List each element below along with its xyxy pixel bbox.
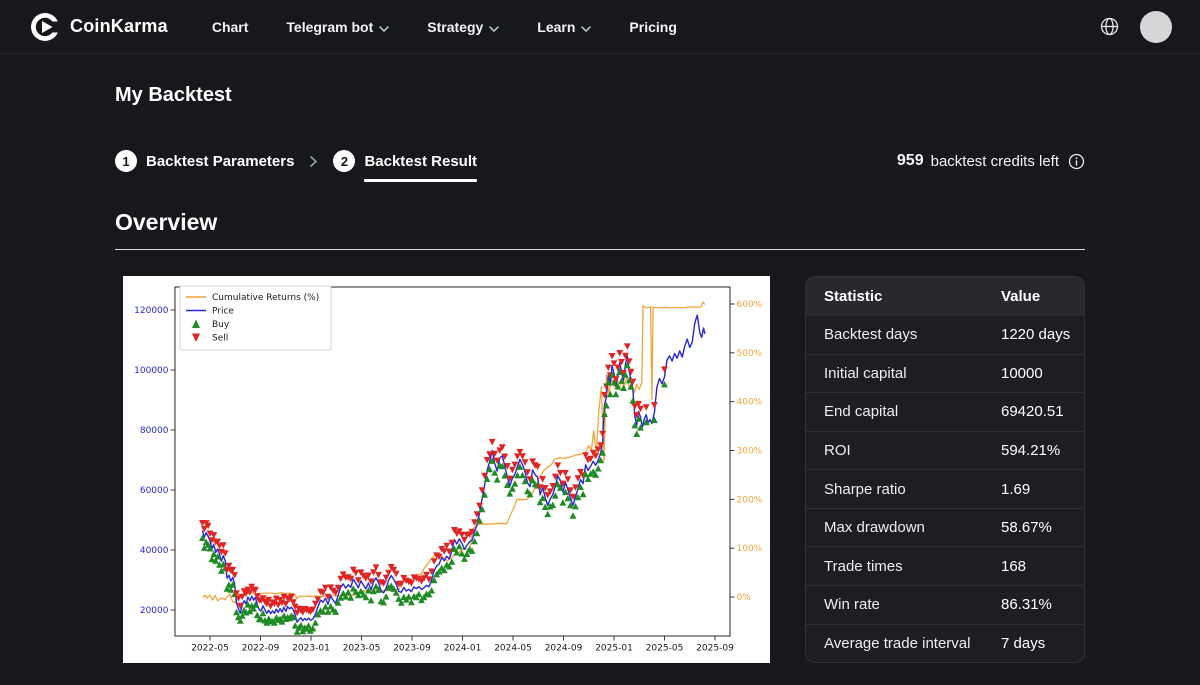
table-row: End capital 69420.51 bbox=[806, 392, 1084, 431]
stat-label: Backtest days bbox=[806, 326, 1001, 343]
svg-text:2023-01: 2023-01 bbox=[292, 644, 330, 654]
step-1-label: Backtest Parameters bbox=[146, 153, 294, 170]
svg-text:80000: 80000 bbox=[140, 426, 169, 436]
svg-text:300%: 300% bbox=[737, 447, 763, 457]
stat-value: 58.67% bbox=[1001, 519, 1084, 536]
svg-text:40000: 40000 bbox=[140, 546, 169, 556]
svg-text:120000: 120000 bbox=[134, 306, 169, 316]
stat-value: 10000 bbox=[1001, 365, 1084, 382]
svg-text:Sell: Sell bbox=[212, 334, 228, 344]
step-backtest-result[interactable]: 2 Backtest Result bbox=[333, 150, 477, 172]
nav-item-telegram-bot[interactable]: Telegram bot bbox=[286, 18, 389, 35]
section-divider bbox=[115, 249, 1085, 250]
stat-value: 168 bbox=[1001, 558, 1084, 575]
breadcrumb-stepper: 1 Backtest Parameters 2 Backtest Result bbox=[115, 150, 477, 172]
user-avatar[interactable] bbox=[1140, 11, 1172, 43]
stat-label: End capital bbox=[806, 403, 1001, 420]
stat-value: 594.21% bbox=[1001, 442, 1084, 459]
stat-label: ROI bbox=[806, 442, 1001, 459]
stat-value: 1.69 bbox=[1001, 481, 1084, 498]
svg-text:200%: 200% bbox=[737, 495, 763, 505]
nav-item-learn[interactable]: Learn bbox=[537, 18, 591, 35]
stat-value: 1220 days bbox=[1001, 326, 1084, 343]
svg-text:2024-09: 2024-09 bbox=[545, 644, 583, 654]
column-statistic: Statistic bbox=[806, 288, 1001, 305]
svg-text:20000: 20000 bbox=[140, 606, 169, 616]
stat-label: Average trade interval bbox=[806, 635, 1001, 652]
svg-text:2022-05: 2022-05 bbox=[191, 644, 229, 654]
credits-label: backtest credits left bbox=[931, 153, 1059, 170]
svg-text:500%: 500% bbox=[737, 349, 763, 359]
table-row: Sharpe ratio 1.69 bbox=[806, 469, 1084, 508]
table-row: Win rate 86.31% bbox=[806, 585, 1084, 624]
page-title: My Backtest bbox=[115, 84, 1085, 107]
svg-text:Buy: Buy bbox=[212, 320, 230, 330]
svg-text:2023-09: 2023-09 bbox=[393, 644, 431, 654]
credits-count: 959 bbox=[897, 152, 924, 170]
svg-text:400%: 400% bbox=[737, 398, 763, 408]
stat-value: 69420.51 bbox=[1001, 403, 1084, 420]
column-value: Value bbox=[1001, 288, 1084, 305]
table-row: Max drawdown 58.67% bbox=[806, 508, 1084, 547]
nav-item-strategy[interactable]: Strategy bbox=[427, 18, 499, 35]
step-2-label: Backtest Result bbox=[364, 153, 477, 170]
step-1-badge: 1 bbox=[115, 150, 137, 172]
nav-item-chart[interactable]: Chart bbox=[212, 19, 249, 35]
chevron-right-icon bbox=[310, 156, 317, 167]
stat-value: 86.31% bbox=[1001, 596, 1084, 613]
section-title: Overview bbox=[115, 209, 1085, 236]
svg-text:2022-09: 2022-09 bbox=[242, 644, 280, 654]
stat-label: Sharpe ratio bbox=[806, 481, 1001, 498]
main-menu: Chart Telegram bot Strategy Learn Pricin… bbox=[212, 18, 677, 35]
svg-text:2024-05: 2024-05 bbox=[494, 644, 532, 654]
stat-value: 7 days bbox=[1001, 635, 1084, 652]
price-returns-figure: 20000 40000 60000 80000 100000 120000 0% 100% 20… bbox=[123, 276, 770, 668]
svg-text:2025-09: 2025-09 bbox=[696, 644, 734, 654]
svg-text:Cumulative Returns (%): Cumulative Returns (%) bbox=[212, 293, 319, 303]
chevron-down-icon bbox=[489, 19, 499, 35]
price-returns-plot: 20000 40000 60000 80000 100000 120000 0% 100% 20… bbox=[123, 276, 770, 663]
table-row: Backtest days 1220 days bbox=[806, 316, 1084, 354]
stats-table-header: Statistic Value bbox=[806, 277, 1084, 316]
coinkarma-logo[interactable]: CoinKarma bbox=[30, 12, 168, 42]
language-globe-icon[interactable] bbox=[1099, 16, 1120, 37]
svg-text:2023-05: 2023-05 bbox=[343, 644, 381, 654]
backtest-credits: 959 backtest credits left bbox=[897, 152, 1085, 170]
stat-label: Initial capital bbox=[806, 365, 1001, 382]
logo-icon bbox=[30, 12, 60, 42]
brand-name: CoinKarma bbox=[70, 16, 168, 37]
table-row: Trade times 168 bbox=[806, 546, 1084, 585]
svg-text:2024-01: 2024-01 bbox=[444, 644, 482, 654]
svg-text:2025-01: 2025-01 bbox=[595, 644, 633, 654]
table-row: ROI 594.21% bbox=[806, 431, 1084, 470]
step-2-badge: 2 bbox=[333, 150, 355, 172]
step-backtest-parameters[interactable]: 1 Backtest Parameters bbox=[115, 150, 294, 172]
svg-text:60000: 60000 bbox=[140, 486, 169, 496]
chevron-down-icon bbox=[581, 19, 591, 35]
chevron-down-icon bbox=[379, 19, 389, 35]
svg-text:Price: Price bbox=[212, 307, 234, 317]
svg-text:600%: 600% bbox=[737, 300, 763, 310]
backtest-chart: 20000 40000 60000 80000 100000 120000 0% 100% 20… bbox=[123, 276, 770, 663]
stats-table: Statistic Value Backtest days 1220 days … bbox=[805, 276, 1085, 663]
top-nav: CoinKarma Chart Telegram bot Strategy Le… bbox=[0, 0, 1200, 54]
table-row: Initial capital 10000 bbox=[806, 354, 1084, 393]
stat-label: Win rate bbox=[806, 596, 1001, 613]
stat-label: Max drawdown bbox=[806, 519, 1001, 536]
stats-table-body: Backtest days 1220 days Initial capital … bbox=[806, 316, 1084, 662]
nav-item-pricing[interactable]: Pricing bbox=[629, 19, 676, 35]
main-content: My Backtest 1 Backtest Parameters 2 Back… bbox=[0, 84, 1200, 663]
svg-text:100%: 100% bbox=[737, 544, 763, 554]
info-icon[interactable] bbox=[1068, 153, 1085, 170]
svg-text:2025-05: 2025-05 bbox=[646, 644, 684, 654]
svg-text:100000: 100000 bbox=[134, 366, 169, 376]
stat-label: Trade times bbox=[806, 558, 1001, 575]
svg-text:0%: 0% bbox=[737, 593, 752, 603]
table-row: Average trade interval 7 days bbox=[806, 624, 1084, 663]
